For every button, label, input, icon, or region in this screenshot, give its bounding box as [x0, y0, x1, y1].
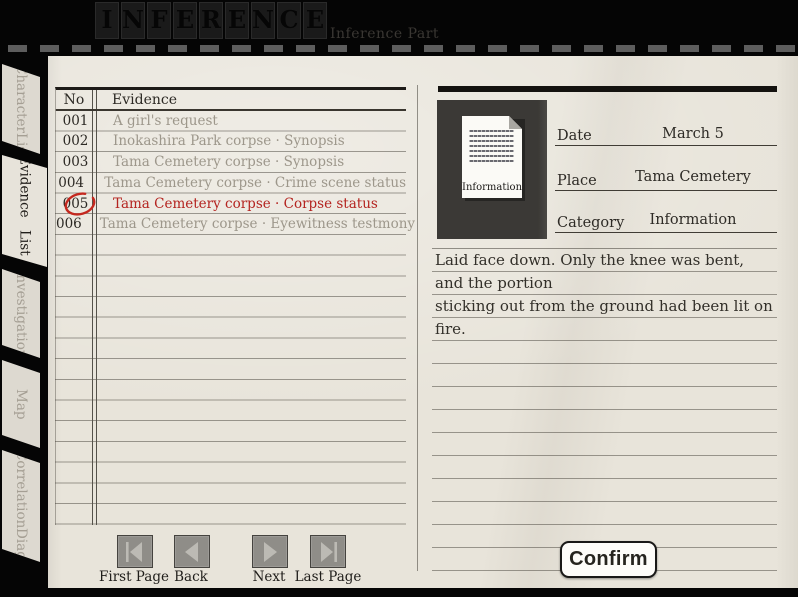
evidence-table: No Evidence 001 A girl's request 002 Ino…	[55, 87, 415, 525]
date-underline	[555, 145, 777, 146]
row-number: 002	[62, 133, 89, 150]
title-letter: I	[95, 2, 119, 39]
tab-label: Diagram	[13, 528, 29, 588]
first-page-button[interactable]	[117, 535, 153, 568]
date-value: March 5	[662, 126, 724, 142]
column-header-evidence: Evidence	[112, 92, 177, 108]
tab-character-list[interactable]: Character List	[2, 64, 40, 154]
table-row[interactable]: 004 Tama Cemetery corpse · Crime scene s…	[56, 173, 406, 194]
page-center-divider	[417, 85, 418, 571]
table-row[interactable]: 002 Inokashira Park corpse · Synopsis	[56, 131, 406, 152]
title-letter: N	[251, 2, 275, 39]
confirm-button[interactable]: Confirm	[560, 541, 657, 578]
row-evidence-text: Tama Cemetery corpse · Synopsis	[113, 154, 345, 171]
title-letter: N	[121, 2, 145, 39]
title-letter: F	[147, 2, 171, 39]
tab-label: Character	[13, 64, 29, 134]
table-row[interactable]: 001 A girl's request	[56, 111, 406, 132]
row-evidence-text: Tama Cemetery corpse · Corpse status	[113, 195, 378, 212]
bottom-black-bar	[0, 588, 798, 597]
mode-subtitle: Inference Part	[330, 26, 440, 42]
back-button[interactable]	[174, 535, 210, 568]
row-number: 001	[62, 112, 89, 129]
column-header-no: No	[63, 92, 85, 108]
row-evidence-text: Inokashira Park corpse · Synopsis	[113, 133, 345, 150]
table-row[interactable]: 003 Tama Cemetery corpse · Synopsis	[56, 152, 406, 173]
tab-correlation-diagram[interactable]: Correlation Diagram	[2, 450, 40, 562]
category-value: Information	[649, 212, 737, 228]
title-letter: R	[199, 2, 223, 39]
tab-label: Evidence	[16, 155, 33, 218]
table-row-selected[interactable]: 005 Tama Cemetery corpse · Corpse status	[56, 194, 406, 215]
arrow-left-icon	[185, 541, 198, 562]
row-number: 003	[62, 154, 89, 171]
description-line: Laid face down. Only the knee was bent, …	[435, 251, 745, 292]
arrow-right-icon	[264, 541, 277, 562]
place-underline	[555, 190, 777, 191]
tab-label: Correlation	[13, 450, 29, 529]
tab-label: List	[16, 229, 33, 256]
row-evidence-text: Tama Cemetery corpse · Crime scene statu…	[104, 174, 406, 191]
category-underline	[555, 232, 777, 233]
description-line: sticking out from the ground had been li…	[435, 297, 773, 338]
tab-label: Map	[13, 388, 29, 420]
tab-map[interactable]: Map	[2, 360, 40, 448]
notebook-page: No Evidence 001 A girl's request 002 Ino…	[48, 56, 798, 588]
skip-to-start-icon	[126, 541, 142, 562]
row-evidence-text: Tama Cemetery corpse · Eyewitness testmo…	[99, 216, 416, 233]
detail-top-bar	[438, 86, 777, 92]
title-letter: E	[225, 2, 249, 39]
game-title-filmstrip: I N F E R E N C E	[95, 2, 327, 39]
tab-investigation-memo[interactable]: InvestigationMemo	[2, 269, 40, 358]
last-page-button[interactable]	[310, 535, 346, 568]
last-page-label: Last Page	[294, 569, 362, 585]
table-row[interactable]: 006 Tama Cemetery corpse · Eyewitness te…	[56, 214, 415, 235]
place-value: Tama Cemetery	[635, 169, 751, 185]
tab-evidence-list[interactable]: Evidence List	[2, 155, 47, 267]
title-letter: C	[277, 2, 301, 39]
title-letter: E	[303, 2, 327, 39]
title-letter: E	[173, 2, 197, 39]
inference-screen: I N F E R E N C E Inference Part Charact…	[0, 0, 798, 597]
row-evidence-text: A girl's request	[113, 112, 218, 129]
document-icon: Information	[462, 116, 522, 198]
document-icon-label: Information	[462, 182, 523, 193]
document-text-lines	[469, 130, 514, 163]
evidence-description: Laid face down. Only the knee was bent, …	[435, 249, 775, 341]
evidence-image-box: Information	[437, 100, 547, 239]
red-circle-annotation	[64, 192, 96, 216]
tab-label: List	[13, 133, 29, 159]
next-button[interactable]	[252, 535, 288, 568]
description-ruled-area: Laid face down. Only the knee was bent, …	[432, 248, 777, 573]
tab-label: Investigation	[13, 269, 29, 359]
skip-to-end-icon	[321, 541, 337, 562]
filmstrip-perforations	[8, 45, 798, 52]
back-label: Back	[174, 569, 208, 585]
